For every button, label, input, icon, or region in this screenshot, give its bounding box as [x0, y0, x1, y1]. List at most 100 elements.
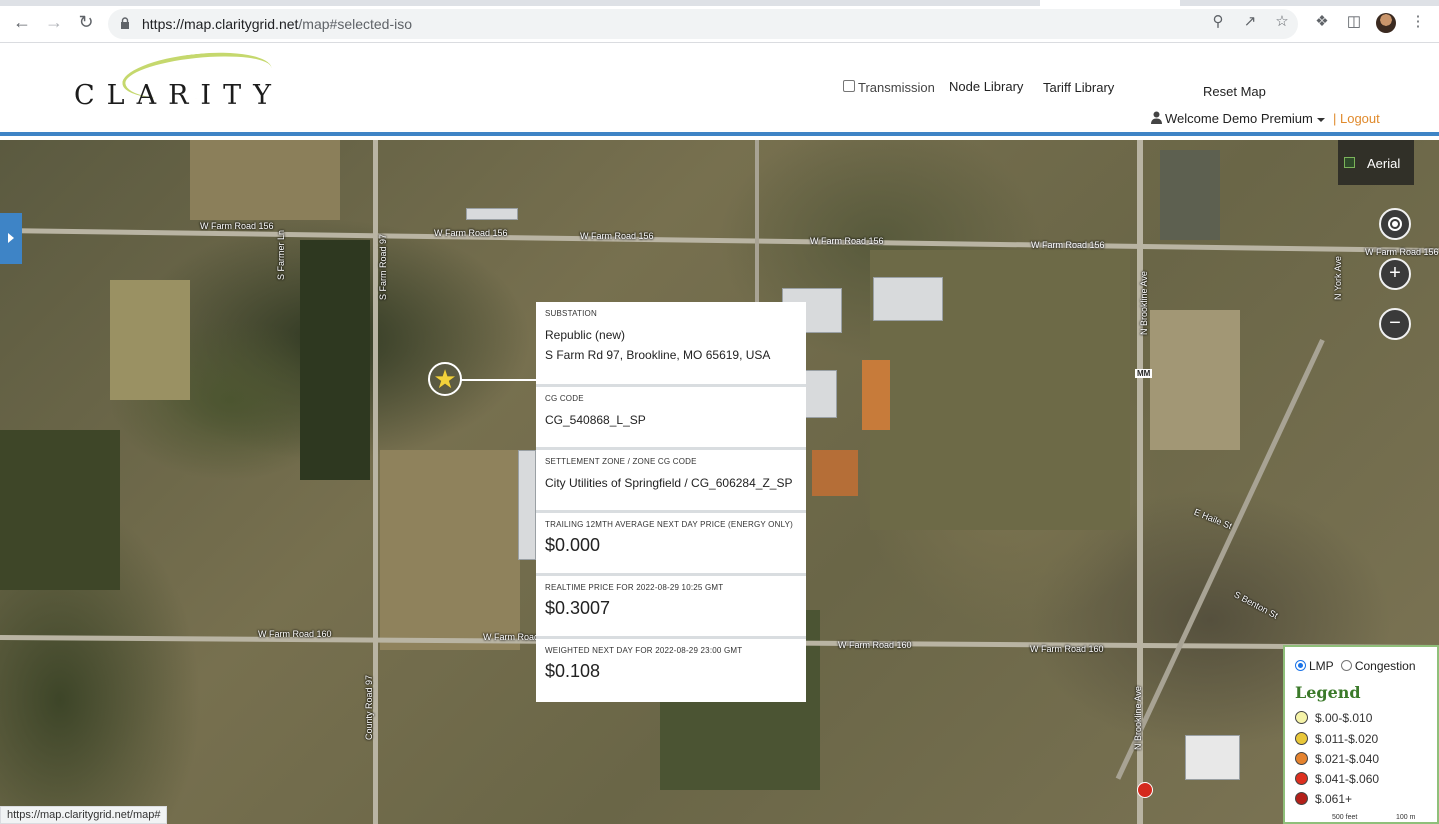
- dirt-area: [812, 450, 858, 496]
- farm-field: [190, 140, 340, 220]
- status-bar-url: https://map.claritygrid.net/map#: [0, 806, 168, 824]
- road-shield: MM: [1135, 369, 1153, 378]
- realtime-caption: REALTIME PRICE FOR 2022-08-29 10:25 GMT: [545, 583, 724, 592]
- zoom-icon[interactable]: ⚲: [1209, 13, 1227, 31]
- aerial-icon: [1344, 157, 1355, 168]
- side-panel-toggle[interactable]: [0, 213, 22, 264]
- scale-bar-meters: 100 m: [1396, 814, 1416, 821]
- road-label: W Farm Road 160: [1030, 644, 1104, 654]
- side-panel-icon[interactable]: ◫: [1345, 13, 1363, 31]
- road-label: W Farm Road 156: [1365, 247, 1439, 257]
- locate-icon: [1388, 216, 1402, 231]
- road-label: W Farm Road 156: [200, 221, 274, 231]
- zone-card: SETTLEMENT ZONE / ZONE CG CODE City Util…: [536, 450, 806, 513]
- lmp-radio[interactable]: [1295, 660, 1306, 671]
- scale-bar-feet: 500 feet: [1332, 814, 1358, 821]
- weighted-price-card: WEIGHTED NEXT DAY FOR 2022-08-29 23:00 G…: [536, 639, 806, 702]
- congestion-label[interactable]: Congestion: [1355, 659, 1416, 673]
- road-farm-156: [0, 228, 1439, 254]
- legend-swatch: [1295, 772, 1308, 785]
- node-library-link[interactable]: Node Library: [949, 79, 1023, 94]
- cg-code-card: CG CODE CG_540868_L_SP: [536, 387, 806, 450]
- tree-cover: [300, 240, 370, 480]
- share-icon[interactable]: ↗: [1241, 13, 1259, 31]
- road-label: W Farm Road 156: [434, 228, 508, 238]
- road-label: S Farm Road 97: [378, 233, 388, 300]
- legend-swatch: [1295, 752, 1308, 765]
- node-marker[interactable]: [1137, 782, 1153, 798]
- legend-item: $.061+: [1295, 792, 1352, 806]
- extensions-icon[interactable]: ❖: [1313, 13, 1331, 31]
- farm-field: [110, 280, 190, 400]
- reset-map-link[interactable]: Reset Map: [1203, 84, 1266, 99]
- realtime-value: $0.3007: [545, 598, 611, 618]
- aerial-layer-button[interactable]: Aerial: [1338, 140, 1414, 185]
- legend-label: $.041-$.060: [1315, 772, 1380, 786]
- weighted-caption: WEIGHTED NEXT DAY FOR 2022-08-29 23:00 G…: [545, 646, 743, 655]
- road-label: N Brookline Ave: [1133, 686, 1143, 750]
- tank-farm: [1185, 735, 1240, 780]
- chevron-down-icon: [1316, 117, 1325, 122]
- trailing-price-card: TRAILING 12mth AVERAGE NEXT DAY PRICE (E…: [536, 513, 806, 576]
- reload-icon[interactable]: ↻: [76, 12, 96, 32]
- legend-item: $.021-$.040: [1295, 752, 1379, 766]
- zoom-in-button[interactable]: +: [1379, 258, 1411, 290]
- lmp-label[interactable]: LMP: [1309, 659, 1333, 673]
- transmission-label[interactable]: Transmission: [858, 80, 935, 95]
- legend-label: $.00-$.010: [1315, 711, 1373, 725]
- lock-icon: [121, 17, 129, 29]
- user-icon: [1151, 111, 1162, 124]
- road-label: E Haile St: [1192, 506, 1234, 532]
- back-icon[interactable]: ←: [12, 12, 32, 32]
- road-label: N Brookline Ave: [1139, 271, 1149, 335]
- realtime-price-card: REALTIME PRICE FOR 2022-08-29 10:25 GMT …: [536, 576, 806, 639]
- menu-kebab-icon[interactable]: ⋮: [1409, 13, 1427, 31]
- transmission-checkbox[interactable]: [843, 80, 855, 92]
- road-label: W Farm Road 160: [838, 640, 912, 650]
- chevron-right-icon: [8, 233, 14, 243]
- zone-caption: SETTLEMENT ZONE / ZONE CG CODE: [545, 457, 697, 466]
- road-label: County Road 97: [364, 674, 374, 740]
- road-label: W Farm Road 156: [580, 231, 654, 241]
- tariff-library-link[interactable]: Tariff Library: [1043, 80, 1114, 95]
- farm-field: [380, 450, 520, 650]
- trailing-value: $0.000: [545, 535, 601, 555]
- aerial-label: Aerial: [1367, 156, 1401, 171]
- legend-label: $.021-$.040: [1315, 752, 1380, 766]
- substation-caption: SUBSTATION: [545, 309, 597, 318]
- substation-card: SUBSTATION Republic (new) S Farm Rd 97, …: [536, 302, 806, 387]
- substation-address: S Farm Rd 97, Brookline, MO 65619, USA: [545, 348, 771, 362]
- building: [466, 208, 518, 220]
- clarity-logo[interactable]: CLARITY: [74, 46, 344, 111]
- road-label: W Farm Road 156: [810, 236, 884, 246]
- farm-field: [1160, 150, 1220, 240]
- road-label: S Farmer Ln: [276, 229, 286, 280]
- address-bar[interactable]: https://map.claritygrid.net/map#selected…: [108, 9, 1298, 39]
- zoom-out-button[interactable]: −: [1379, 308, 1411, 340]
- farm-field: [1150, 310, 1240, 450]
- logout-link[interactable]: | Logout: [1333, 111, 1380, 126]
- road-label: N York Ave: [1333, 256, 1343, 300]
- legend-label: $.011-$.020: [1315, 732, 1379, 746]
- legend-title: Legend: [1295, 683, 1361, 702]
- forward-icon[interactable]: →: [44, 12, 64, 32]
- locate-button[interactable]: [1379, 208, 1411, 240]
- aerial-map[interactable]: W Farm Road 156 W Farm Road 156 W Farm R…: [0, 140, 1439, 824]
- cg-code-value: CG_540868_L_SP: [545, 413, 646, 427]
- congestion-radio[interactable]: [1340, 660, 1352, 671]
- welcome-dropdown[interactable]: Welcome Demo Premium: [1165, 111, 1325, 126]
- legend-item: $.011-$.020: [1295, 732, 1378, 746]
- legend-label: $.061+: [1315, 792, 1353, 806]
- substation-name: Republic (new): [545, 328, 626, 342]
- road-label: W Farm Road 160: [258, 629, 332, 639]
- road-label: W Farm Road 156: [1031, 240, 1105, 250]
- node-info-panel: SUBSTATION Republic (new) S Farm Rd 97, …: [536, 302, 806, 702]
- legend-item: $.041-$.060: [1295, 772, 1379, 786]
- legend-item: $.00-$.010: [1295, 711, 1372, 725]
- logo-text: CLARITY: [74, 80, 283, 111]
- zone-value: City Utilities of Springfield / CG_60628…: [545, 476, 793, 490]
- bookmark-star-icon[interactable]: ☆: [1273, 13, 1291, 31]
- star-icon[interactable]: ★: [428, 362, 462, 396]
- welcome-label: Welcome Demo Premium: [1165, 111, 1313, 126]
- profile-avatar[interactable]: [1376, 13, 1396, 33]
